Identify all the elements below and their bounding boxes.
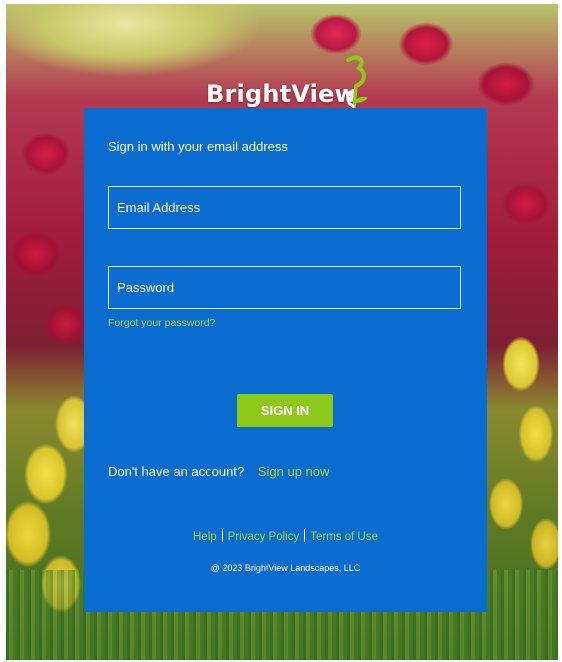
- sign-up-link[interactable]: Sign up now: [258, 464, 330, 479]
- footer-links: Help Privacy Policy Terms of Use: [84, 529, 487, 543]
- sign-in-panel: Sign in with your email address Forgot y…: [84, 108, 487, 612]
- brightview-sprout-icon: [346, 55, 368, 110]
- signup-prompt: Don't have an account? Sign up now: [108, 464, 329, 479]
- sign-in-heading: Sign in with your email address: [108, 139, 288, 154]
- email-field[interactable]: [108, 186, 461, 229]
- privacy-policy-link[interactable]: Privacy Policy: [223, 531, 305, 543]
- copyright-text: @ 2023 BrightView Landscapes, LLC: [210, 563, 361, 573]
- brand-name: BrightView: [206, 80, 357, 108]
- help-link[interactable]: Help: [188, 531, 222, 543]
- signup-question: Don't have an account?: [108, 464, 245, 479]
- background-flower-field: BrightView Sign in with your email addre…: [6, 4, 558, 660]
- sign-in-button[interactable]: SIGN IN: [237, 394, 333, 427]
- password-field[interactable]: [108, 266, 461, 309]
- brand-logo: BrightView: [206, 52, 376, 112]
- terms-of-use-link[interactable]: Terms of Use: [305, 531, 383, 543]
- forgot-password-link[interactable]: Forgot your password?: [108, 317, 215, 329]
